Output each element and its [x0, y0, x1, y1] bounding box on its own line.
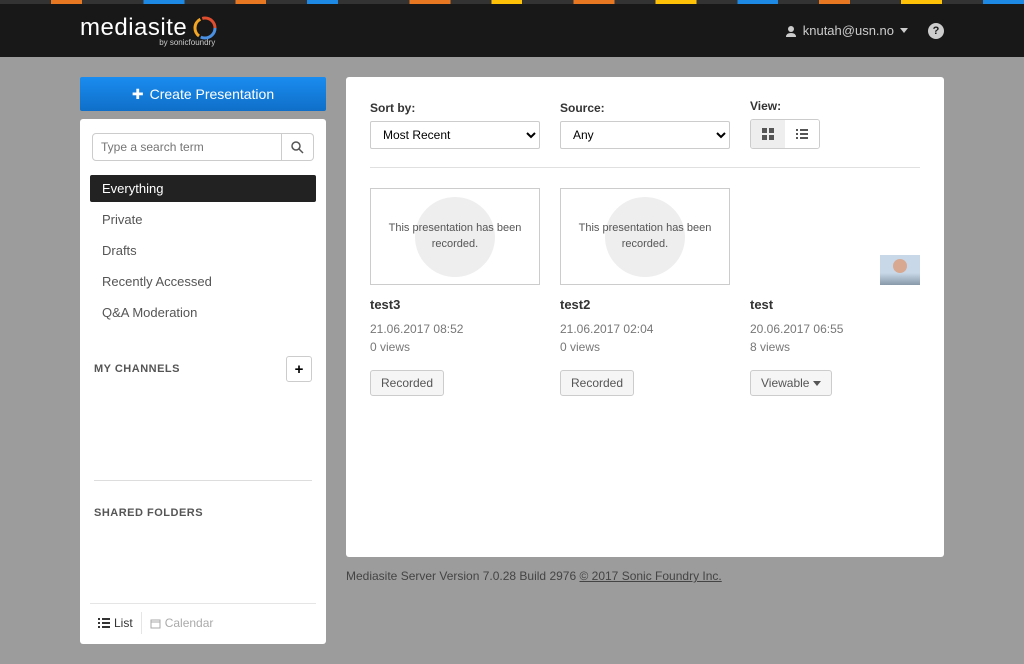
presentations-grid: This presentation has been recorded. tes… — [370, 188, 920, 396]
sort-label: Sort by: — [370, 101, 540, 115]
plus-icon: + — [295, 361, 304, 378]
controls-row: Sort by: Most Recent Source: Any View: — [370, 99, 920, 149]
search-icon — [291, 141, 304, 154]
header-right: knutah@usn.no ? — [785, 23, 944, 39]
nav-list: Everything Private Drafts Recently Acces… — [90, 175, 316, 330]
search-input[interactable] — [92, 133, 282, 161]
status-label: Viewable — [761, 376, 809, 390]
footer-copyright-link[interactable]: © 2017 Sonic Foundry Inc. — [579, 569, 721, 583]
source-label: Source: — [560, 101, 730, 115]
logo[interactable]: mediasite — [80, 14, 219, 42]
sort-group: Sort by: Most Recent — [370, 101, 540, 149]
left-column: ✚ Create Presentation Everything Private… — [80, 77, 326, 644]
create-label: Create Presentation — [150, 86, 275, 102]
main-layout: ✚ Create Presentation Everything Private… — [0, 57, 1024, 664]
presentation-card[interactable]: This presentation has been recorded. tes… — [370, 188, 540, 396]
grid-icon — [762, 128, 774, 140]
source-group: Source: Any — [560, 101, 730, 149]
calendar-icon — [150, 618, 161, 629]
status-button[interactable]: Recorded — [370, 370, 444, 396]
view-label: View: — [750, 99, 820, 113]
presentation-thumbnail: This presentation has been recorded. — [370, 188, 540, 285]
presentation-title: test3 — [370, 297, 540, 312]
content-divider — [370, 167, 920, 168]
nav-item-everything[interactable]: Everything — [90, 175, 316, 202]
content-panel: Sort by: Most Recent Source: Any View: — [346, 77, 944, 557]
status-label: Recorded — [381, 376, 433, 390]
status-dropdown-button[interactable]: Viewable — [750, 370, 832, 396]
thumb-message: This presentation has been recorded. — [371, 221, 539, 252]
list-icon — [796, 129, 808, 139]
search-row — [92, 133, 314, 161]
source-select[interactable]: Any — [560, 121, 730, 149]
right-column: Sort by: Most Recent Source: Any View: — [346, 77, 944, 644]
presentation-date: 21.06.2017 02:04 — [560, 320, 730, 338]
presentation-card[interactable]: test 20.06.2017 06:55 8 views Viewable — [750, 188, 920, 396]
presentation-thumbnail — [750, 188, 920, 285]
sidebar-bottom-tabs: List Calendar — [90, 603, 316, 634]
sort-select[interactable]: Most Recent — [370, 121, 540, 149]
logo-swirl-icon — [191, 14, 219, 42]
logo-block: mediasite by sonicfoundry — [80, 14, 219, 47]
chevron-down-icon — [813, 381, 821, 386]
view-grid-button[interactable] — [751, 120, 785, 148]
view-toggle — [750, 119, 820, 149]
view-list-button[interactable] — [785, 120, 819, 148]
presentation-views: 0 views — [370, 338, 540, 356]
my-channels-header: MY CHANNELS + — [90, 348, 316, 390]
search-button[interactable] — [282, 133, 314, 161]
tab-calendar-label: Calendar — [165, 616, 214, 630]
chevron-down-icon — [900, 28, 908, 33]
status-label: Recorded — [571, 376, 623, 390]
user-icon — [785, 25, 797, 37]
presentation-title: test2 — [560, 297, 730, 312]
plus-icon: ✚ — [132, 86, 144, 103]
presentation-date: 20.06.2017 06:55 — [750, 320, 920, 338]
avatar-image — [880, 255, 920, 285]
shared-folders-header: SHARED FOLDERS — [90, 499, 316, 527]
presentation-views: 8 views — [750, 338, 920, 356]
nav-item-private[interactable]: Private — [90, 206, 316, 233]
footer: Mediasite Server Version 7.0.28 Build 29… — [346, 569, 944, 583]
my-channels-label: MY CHANNELS — [94, 363, 180, 375]
sidebar-panel: Everything Private Drafts Recently Acces… — [80, 119, 326, 644]
tab-list-label: List — [114, 616, 133, 630]
presentation-thumbnail: This presentation has been recorded. — [560, 188, 730, 285]
nav-item-drafts[interactable]: Drafts — [90, 237, 316, 264]
presentation-date: 21.06.2017 08:52 — [370, 320, 540, 338]
user-menu[interactable]: knutah@usn.no — [785, 23, 908, 38]
footer-version: Mediasite Server Version 7.0.28 Build 29… — [346, 569, 579, 583]
section-divider — [94, 480, 312, 481]
add-channel-button[interactable]: + — [286, 356, 312, 382]
status-button[interactable]: Recorded — [560, 370, 634, 396]
header-bar: mediasite by sonicfoundry knutah@usn.no — [0, 4, 1024, 57]
help-button[interactable]: ? — [928, 23, 944, 39]
list-icon — [98, 618, 110, 628]
create-presentation-button[interactable]: ✚ Create Presentation — [80, 77, 326, 111]
nav-item-qa-moderation[interactable]: Q&A Moderation — [90, 299, 316, 326]
thumb-message: This presentation has been recorded. — [561, 221, 729, 252]
shared-folders-label: SHARED FOLDERS — [94, 507, 203, 519]
presentation-title: test — [750, 297, 920, 312]
nav-item-recently-accessed[interactable]: Recently Accessed — [90, 268, 316, 295]
presentation-card[interactable]: This presentation has been recorded. tes… — [560, 188, 730, 396]
view-group: View: — [750, 99, 820, 149]
tab-calendar[interactable]: Calendar — [142, 612, 222, 634]
user-email-label: knutah@usn.no — [803, 23, 894, 38]
presentation-views: 0 views — [560, 338, 730, 356]
tab-list[interactable]: List — [90, 612, 142, 634]
